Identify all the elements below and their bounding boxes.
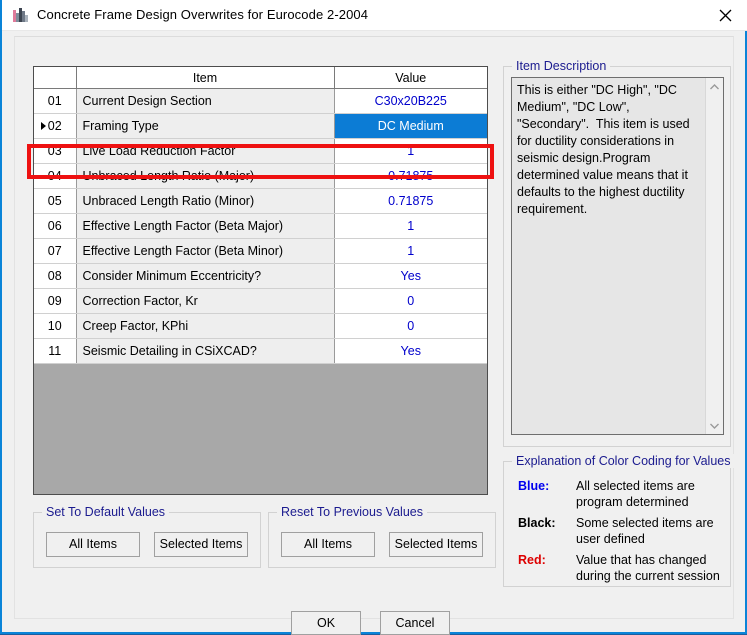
set-to-default-group: Set To Default Values All Items Selected…	[33, 505, 261, 568]
item-value-cell[interactable]: 1	[334, 213, 487, 239]
item-value-cell[interactable]: DC Medium	[334, 113, 487, 139]
row-number-cell[interactable]: 01	[34, 88, 77, 114]
item-description-box[interactable]: This is either "DC High", "DC Medium", "…	[511, 77, 724, 435]
table-row[interactable]: 10 Creep Factor, KPhi 0	[34, 313, 487, 339]
item-name-cell[interactable]: Unbraced Length Ratio (Minor)	[76, 188, 335, 214]
table-row[interactable]: 08 Consider Minimum Eccentricity? Yes	[34, 263, 487, 289]
item-name-cell[interactable]: Effective Length Factor (Beta Major)	[76, 213, 335, 239]
reset-all-items-button[interactable]: All Items	[281, 532, 375, 557]
row-number-cell[interactable]: 04	[34, 163, 77, 189]
row-number-cell[interactable]: 02	[34, 113, 77, 139]
column-header-value[interactable]: Value	[334, 67, 487, 89]
row-number-cell[interactable]: 11	[34, 338, 77, 364]
color-key-red: Red:	[518, 553, 546, 567]
overwrites-grid[interactable]: Item Value 01 Current Design Section C30x2…	[33, 66, 488, 495]
row-number-cell[interactable]: 06	[34, 213, 77, 239]
item-name-cell[interactable]: Unbraced Length Ratio (Major)	[76, 163, 335, 189]
dialog-client-area: Item Value 01 Current Design Section C30x2…	[4, 31, 745, 635]
item-name-cell[interactable]: Live Load Reduction Factor	[76, 138, 335, 164]
set-to-default-legend: Set To Default Values	[42, 505, 170, 519]
window-title: Concrete Frame Design Overwrites for Eur…	[37, 7, 369, 22]
scroll-down-icon[interactable]	[706, 417, 723, 434]
overwrites-table: Item Value 01 Current Design Section C30x2…	[34, 67, 487, 364]
table-row[interactable]: 01 Current Design Section C30x20B225	[34, 88, 487, 114]
color-coding-group: Explanation of Color Coding for Values B…	[503, 454, 735, 587]
color-key-blue: Blue:	[518, 479, 550, 493]
table-row[interactable]: 03 Live Load Reduction Factor 1	[34, 138, 487, 164]
reset-to-previous-legend: Reset To Previous Values	[277, 505, 427, 519]
item-value-cell[interactable]: 1	[334, 238, 487, 264]
table-header-row: Item Value	[34, 67, 487, 89]
row-number-cell[interactable]: 09	[34, 288, 77, 314]
set-default-selected-items-button[interactable]: Selected Items	[154, 532, 248, 557]
description-scrollbar[interactable]	[705, 78, 723, 434]
item-name-cell[interactable]: Current Design Section	[76, 88, 335, 114]
row-number-cell[interactable]: 08	[34, 263, 77, 289]
csi-app-icon	[12, 7, 29, 24]
row-number-cell[interactable]: 05	[34, 188, 77, 214]
current-row-marker-icon	[41, 122, 46, 130]
item-value-cell[interactable]: Yes	[334, 338, 487, 364]
column-header-item[interactable]: Item	[76, 67, 335, 89]
item-name-cell[interactable]: Consider Minimum Eccentricity?	[76, 263, 335, 289]
color-coding-legend: Explanation of Color Coding for Values	[512, 454, 735, 468]
table-row[interactable]: 11 Seismic Detailing in CSiXCAD? Yes	[34, 338, 487, 364]
table-row[interactable]: 05 Unbraced Length Ratio (Minor) 0.71875	[34, 188, 487, 214]
item-value-cell[interactable]: 0	[334, 313, 487, 339]
item-value-cell[interactable]: 0.71875	[334, 188, 487, 214]
table-row[interactable]: 02 Framing Type DC Medium	[34, 113, 487, 139]
scroll-up-icon[interactable]	[706, 78, 723, 95]
item-name-cell[interactable]: Framing Type	[76, 113, 335, 139]
inner-panel: Item Value 01 Current Design Section C30x2…	[14, 36, 735, 619]
color-desc-red: Value that has changed during the curren…	[576, 553, 720, 583]
reset-to-previous-group: Reset To Previous Values All Items Selec…	[268, 505, 496, 568]
item-value-cell[interactable]: 0	[334, 288, 487, 314]
item-value-cell[interactable]: 1	[334, 138, 487, 164]
title-bar[interactable]: Concrete Frame Design Overwrites for Eur…	[2, 0, 747, 31]
item-description-group: Item Description This is either "DC High…	[503, 59, 731, 447]
item-name-cell[interactable]: Creep Factor, KPhi	[76, 313, 335, 339]
item-description-text: This is either "DC High", "DC Medium", "…	[517, 83, 694, 216]
color-desc-black: Some selected items are user defined	[576, 516, 714, 546]
item-value-cell[interactable]: Yes	[334, 263, 487, 289]
ok-button[interactable]: OK	[291, 611, 361, 635]
item-name-cell[interactable]: Seismic Detailing in CSiXCAD?	[76, 338, 335, 364]
set-default-all-items-button[interactable]: All Items	[46, 532, 140, 557]
row-number-cell[interactable]: 07	[34, 238, 77, 264]
row-number-cell[interactable]: 03	[34, 138, 77, 164]
reset-selected-items-button[interactable]: Selected Items	[389, 532, 483, 557]
item-name-cell[interactable]: Correction Factor, Kr	[76, 288, 335, 314]
item-value-cell[interactable]: C30x20B225	[334, 88, 487, 114]
row-number-cell[interactable]: 10	[34, 313, 77, 339]
table-row[interactable]: 06 Effective Length Factor (Beta Major) 1	[34, 213, 487, 239]
table-row[interactable]: 09 Correction Factor, Kr 0	[34, 288, 487, 314]
dialog-window: Concrete Frame Design Overwrites for Eur…	[0, 0, 747, 635]
color-desc-blue: All selected items are program determine…	[576, 479, 695, 509]
table-body: 01 Current Design Section C30x20B225 02 Fram…	[34, 88, 487, 364]
item-name-cell[interactable]: Effective Length Factor (Beta Minor)	[76, 238, 335, 264]
cancel-button[interactable]: Cancel	[380, 611, 450, 635]
item-value-cell[interactable]: 0.71875	[334, 163, 487, 189]
item-description-legend: Item Description	[512, 59, 611, 73]
close-icon[interactable]	[703, 0, 747, 30]
table-row[interactable]: 07 Effective Length Factor (Beta Minor) 1	[34, 238, 487, 264]
color-key-black: Black:	[518, 516, 556, 530]
table-row[interactable]: 04 Unbraced Length Ratio (Major) 0.71875	[34, 163, 487, 189]
column-header-number[interactable]	[34, 67, 77, 89]
